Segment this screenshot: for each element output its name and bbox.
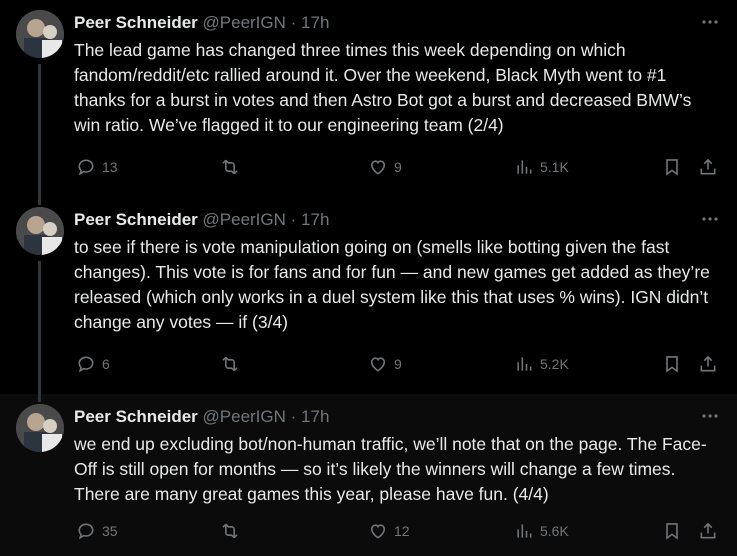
like-button[interactable]: 12 bbox=[368, 519, 410, 543]
reply-icon bbox=[78, 523, 94, 540]
reply-button[interactable]: 6 bbox=[76, 352, 110, 376]
tweet-text: we end up excluding bot/non-human traffi… bbox=[74, 434, 707, 504]
like-button[interactable]: 9 bbox=[368, 155, 402, 179]
bookmark-button[interactable] bbox=[662, 352, 682, 376]
reply-icon bbox=[78, 159, 94, 176]
bookmark-icon bbox=[666, 159, 678, 176]
share-button[interactable] bbox=[698, 352, 718, 376]
timestamp[interactable]: 17h bbox=[301, 407, 329, 426]
author-name[interactable]: Peer Schneider bbox=[74, 13, 198, 32]
repost-button[interactable] bbox=[220, 519, 246, 543]
views-button[interactable]: 5.6K bbox=[514, 519, 569, 543]
reply-count: 35 bbox=[102, 523, 118, 539]
heart-icon bbox=[370, 357, 386, 372]
separator: · bbox=[290, 407, 297, 426]
bookmark-icon bbox=[666, 356, 678, 373]
reply-button[interactable]: 35 bbox=[76, 519, 118, 543]
repost-button[interactable] bbox=[220, 352, 246, 376]
tweet-header: Peer Schneider @PeerIGN · 17h bbox=[74, 209, 721, 231]
share-button[interactable] bbox=[698, 155, 718, 179]
author-handle[interactable]: @PeerIGN bbox=[203, 210, 286, 229]
views-button[interactable]: 5.2K bbox=[514, 352, 569, 376]
tweet-header: Peer Schneider @PeerIGN · 17h bbox=[74, 406, 721, 428]
action-bar: 13 9 5.1K bbox=[74, 155, 721, 179]
view-count: 5.2K bbox=[540, 356, 569, 372]
share-icon bbox=[700, 355, 716, 372]
tweet-text: to see if there is vote manipulation goi… bbox=[74, 237, 710, 332]
avatar[interactable] bbox=[16, 404, 64, 452]
heart-icon bbox=[370, 160, 386, 175]
thread-line bbox=[38, 197, 41, 205]
like-button[interactable]: 9 bbox=[368, 352, 402, 376]
tweet[interactable]: Peer Schneider @PeerIGN · 17h to see if … bbox=[0, 197, 737, 394]
tweet-text: The lead game has changed three times th… bbox=[74, 40, 692, 135]
tweet[interactable]: Peer Schneider @PeerIGN · 17h we end up … bbox=[0, 394, 737, 556]
views-button[interactable]: 5.1K bbox=[514, 155, 569, 179]
like-count: 9 bbox=[394, 159, 402, 175]
thread-line bbox=[38, 261, 41, 394]
repost-icon bbox=[222, 159, 238, 175]
share-button[interactable] bbox=[698, 519, 718, 543]
bookmark-icon bbox=[666, 523, 678, 540]
avatar[interactable] bbox=[16, 207, 64, 255]
view-count: 5.1K bbox=[540, 159, 569, 175]
reply-count: 6 bbox=[102, 356, 110, 372]
bookmark-button[interactable] bbox=[662, 519, 682, 543]
more-icon[interactable] bbox=[699, 209, 721, 231]
views-icon bbox=[517, 160, 532, 174]
action-bar: 6 9 5.2K bbox=[74, 352, 721, 376]
tweet-header: Peer Schneider @PeerIGN · 17h bbox=[74, 12, 721, 34]
like-count: 12 bbox=[394, 523, 410, 539]
bookmark-button[interactable] bbox=[662, 155, 682, 179]
avatar[interactable] bbox=[16, 10, 64, 58]
timestamp[interactable]: 17h bbox=[301, 13, 329, 32]
thread-line bbox=[38, 394, 41, 402]
more-icon[interactable] bbox=[699, 12, 721, 34]
share-icon bbox=[700, 158, 716, 175]
author-handle[interactable]: @PeerIGN bbox=[203, 407, 286, 426]
heart-icon bbox=[370, 524, 386, 539]
view-count: 5.6K bbox=[540, 523, 569, 539]
like-count: 9 bbox=[394, 356, 402, 372]
separator: · bbox=[290, 13, 297, 32]
repost-icon bbox=[222, 356, 238, 372]
separator: · bbox=[290, 210, 297, 229]
more-icon[interactable] bbox=[699, 406, 721, 428]
thread-line bbox=[38, 64, 41, 197]
views-icon bbox=[517, 357, 532, 371]
author-name[interactable]: Peer Schneider bbox=[74, 210, 198, 229]
reply-count: 13 bbox=[102, 159, 118, 175]
author-handle[interactable]: @PeerIGN bbox=[203, 13, 286, 32]
action-bar: 35 12 5.6K bbox=[74, 519, 721, 543]
timestamp[interactable]: 17h bbox=[301, 210, 329, 229]
repost-button[interactable] bbox=[220, 155, 246, 179]
author-name[interactable]: Peer Schneider bbox=[74, 407, 198, 426]
reply-icon bbox=[78, 356, 94, 373]
views-icon bbox=[517, 524, 532, 538]
share-icon bbox=[700, 522, 716, 539]
repost-icon bbox=[222, 523, 238, 539]
reply-button[interactable]: 13 bbox=[76, 155, 118, 179]
tweet[interactable]: Peer Schneider @PeerIGN · 17h The lead g… bbox=[0, 0, 737, 197]
